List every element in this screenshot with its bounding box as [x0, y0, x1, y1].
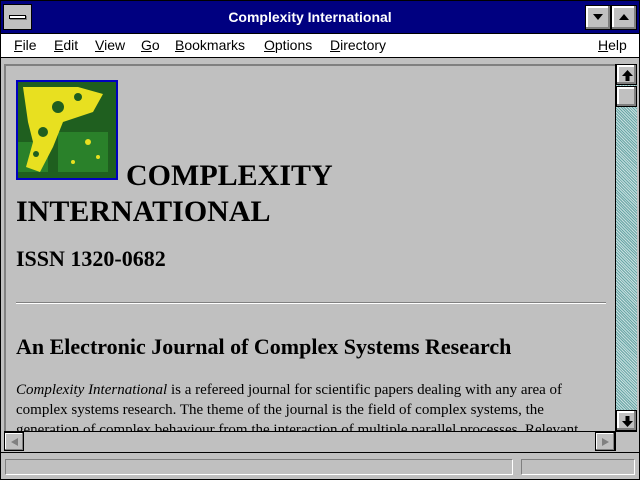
intro-paragraph: Complexity International is a refereed j… [16, 380, 608, 431]
menu-bar: File Edit View Go Bookmarks Options Dire… [1, 34, 639, 58]
maximize-icon [619, 14, 629, 20]
vertical-scroll-track[interactable] [616, 64, 637, 431]
menu-file-label: F [14, 37, 23, 53]
horizontal-scrollbar[interactable] [4, 431, 615, 451]
journal-name-italic: Complexity International [16, 382, 168, 398]
title-bar[interactable]: Complexity International [1, 1, 639, 34]
scroll-right-button[interactable] [595, 432, 615, 451]
menu-view[interactable]: View [95, 34, 125, 58]
menu-bookmarks[interactable]: Bookmarks [175, 34, 245, 58]
vertical-scroll-thumb[interactable] [616, 86, 637, 107]
menu-help[interactable]: Help [598, 34, 627, 58]
maximize-button[interactable] [611, 5, 637, 30]
page-title: COMPLEXITY INTERNATIONAL [16, 158, 606, 230]
issn-heading: ISSN 1320-0682 [16, 246, 166, 271]
document-view[interactable]: COMPLEXITY INTERNATIONAL ISSN 1320-0682 … [4, 64, 615, 431]
scrollbar-corner [615, 431, 637, 451]
menu-options[interactable]: Options [264, 34, 312, 58]
arrow-right-icon [602, 438, 609, 446]
page-title-line1: COMPLEXITY [126, 159, 333, 192]
journal-subtitle: An Electronic Journal of Complex Systems… [16, 334, 512, 359]
scroll-up-button[interactable] [616, 64, 637, 85]
menu-go[interactable]: Go [141, 34, 160, 58]
menu-go-label: G [141, 37, 152, 53]
menu-directory[interactable]: Directory [330, 34, 386, 58]
menu-directory-label: D [330, 37, 341, 53]
window-title: Complexity International [228, 9, 392, 25]
page-title-line2: INTERNATIONAL [16, 195, 271, 228]
status-bar [1, 452, 639, 479]
menu-edit[interactable]: Edit [54, 34, 78, 58]
menu-view-label: V [95, 37, 105, 53]
minimize-icon [593, 14, 603, 20]
scroll-left-button[interactable] [4, 432, 24, 451]
minimize-button[interactable] [585, 5, 611, 30]
menu-edit-label: E [54, 37, 64, 53]
status-text [5, 459, 513, 475]
arrow-left-icon [11, 438, 18, 446]
horizontal-rule [16, 302, 606, 304]
menu-bookmarks-label: B [175, 37, 185, 53]
system-menu-icon[interactable] [3, 4, 32, 30]
browser-window: Complexity International File Edit View … [0, 0, 640, 480]
menu-help-label: H [598, 37, 609, 53]
arrow-down-icon [622, 416, 633, 427]
scroll-down-button[interactable] [616, 410, 637, 431]
progress-indicator [521, 459, 635, 475]
arrow-up-icon [622, 70, 633, 81]
menu-file[interactable]: File [14, 34, 37, 58]
menu-options-label: O [264, 37, 275, 53]
vertical-scrollbar[interactable] [615, 64, 637, 431]
